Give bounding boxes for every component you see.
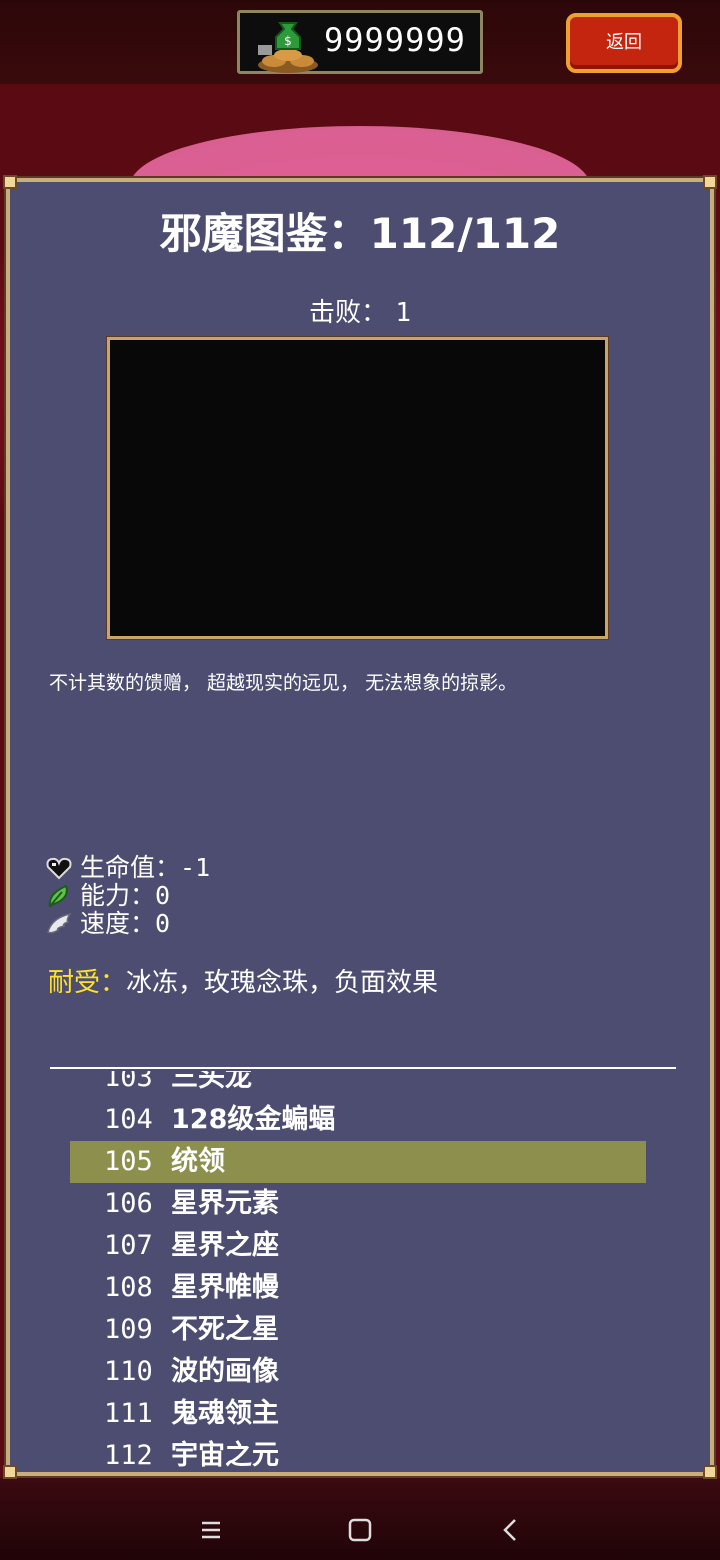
- page-title: 邪魔图鉴：112/112: [159, 209, 561, 258]
- stat-hp-label: 生命值：: [80, 853, 181, 882]
- leaf-icon: [48, 884, 68, 908]
- divider: [50, 1067, 676, 1069]
- list-item-name: 128级金蝙蝠: [171, 1104, 336, 1135]
- list-item-number: 111: [104, 1398, 153, 1429]
- resistances: 耐受：冰冻，玫瑰念珠，负面效果: [48, 962, 438, 999]
- top-bar: $ 9999999 返回: [0, 0, 720, 84]
- list-item[interactable]: 109 不死之星: [70, 1309, 646, 1351]
- menu-icon[interactable]: [195, 1514, 227, 1546]
- list-item-name: 星界帷幔: [171, 1272, 279, 1303]
- list-item-number: 105: [104, 1146, 153, 1177]
- resist-label: 耐受：: [48, 968, 127, 998]
- list-item[interactable]: 107 星界之座: [70, 1225, 646, 1267]
- stat-speed-value: 0: [155, 909, 171, 938]
- list-item-name: 星界元素: [171, 1188, 279, 1219]
- list-item[interactable]: 106 星界元素: [70, 1183, 646, 1225]
- resist-value: 冰冻，玫瑰念珠，负面效果: [126, 968, 439, 998]
- list-item-selected[interactable]: 105 统领: [70, 1141, 646, 1183]
- panel-corner: [703, 175, 717, 189]
- list-item-name: 统领: [171, 1146, 225, 1177]
- list-item-number: 107: [104, 1230, 153, 1261]
- list-item[interactable]: 112 宇宙之元: [70, 1435, 646, 1473]
- defeat-label: 击败：: [309, 298, 388, 328]
- list-item-number: 104: [104, 1104, 153, 1135]
- back-button[interactable]: 返回: [566, 13, 682, 73]
- list-item-number: 106: [104, 1188, 153, 1219]
- stat-power-label: 能力：: [80, 881, 156, 910]
- stat-power-value: 0: [155, 881, 171, 910]
- list-item-name: 鬼魂领主: [171, 1398, 279, 1429]
- list-item-number: 103: [104, 1071, 153, 1093]
- defeat-counter: 击败： 1: [10, 292, 710, 329]
- list-item-number: 112: [104, 1440, 153, 1471]
- list-item[interactable]: 104 128级金蝙蝠: [70, 1099, 646, 1141]
- list-item-name: 宇宙之元: [171, 1440, 279, 1471]
- stat-speed-label: 速度：: [80, 909, 156, 938]
- list-item[interactable]: 108 星界帷幔: [70, 1267, 646, 1309]
- list-item-number: 109: [104, 1314, 153, 1345]
- list-item[interactable]: 110 波的画像: [70, 1351, 646, 1393]
- list-item[interactable]: 103 三头龙: [70, 1071, 646, 1099]
- svg-text:$: $: [284, 34, 292, 48]
- bestiary-panel: 邪魔图鉴：112/112 击败： 1 不计其数的馈赠， 超越现实的远见， 无法想…: [3, 175, 717, 1479]
- coin-amount: 9999999: [324, 21, 466, 59]
- list-item[interactable]: 111 鬼魂领主: [70, 1393, 646, 1435]
- stat-hp-value: -1: [180, 853, 211, 882]
- list-item-number: 108: [104, 1272, 153, 1303]
- list-item-name: 波的画像: [171, 1356, 279, 1387]
- wing-icon: [47, 912, 72, 934]
- panel-corner: [3, 175, 17, 189]
- enemy-portrait: [106, 336, 609, 640]
- back-arrow-icon[interactable]: [495, 1514, 527, 1546]
- list-item-number: 110: [104, 1356, 153, 1387]
- coin-counter: $ 9999999: [237, 10, 483, 74]
- list-item-name: 三头龙: [171, 1071, 252, 1093]
- system-nav-bar: [0, 1500, 720, 1560]
- home-icon[interactable]: [344, 1514, 376, 1546]
- money-bag-icon: $: [258, 22, 318, 73]
- list-item-name: 不死之星: [171, 1314, 279, 1345]
- enemy-description: 不计其数的馈赠， 超越现实的远见， 无法想象的掠影。: [49, 672, 518, 694]
- heart-icon: [46, 857, 72, 880]
- enemy-list[interactable]: 103 三头龙 104 128级金蝙蝠 105 统领 106 星界元素 107 …: [10, 1071, 710, 1473]
- list-item-name: 星界之座: [171, 1230, 279, 1261]
- defeat-count: 1: [395, 298, 411, 328]
